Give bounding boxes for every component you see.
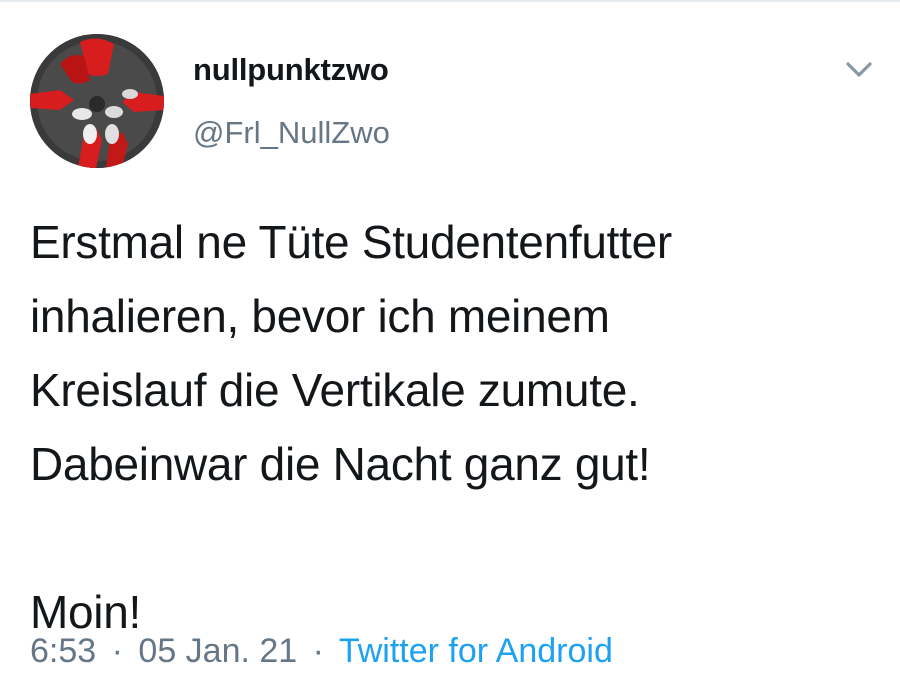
tweet-text-line: Kreislauf die Vertikale zumute. xyxy=(30,364,640,416)
avatar-image xyxy=(30,34,164,168)
tweet-text: Erstmal ne Tüte Studentenfutter inhalier… xyxy=(30,205,880,649)
tweet-time[interactable]: 6:53 xyxy=(30,632,96,670)
tweet-text-line: inhalieren, bevor ich meinem xyxy=(30,290,610,342)
avatar[interactable] xyxy=(30,34,164,168)
meta-separator: · xyxy=(111,632,123,670)
tweet-meta: 6:53 · 05 Jan. 21 · Twitter for Android xyxy=(30,632,613,671)
top-divider xyxy=(0,0,900,2)
tweet-date[interactable]: 05 Jan. 21 xyxy=(138,632,297,670)
chevron-down-icon[interactable] xyxy=(842,58,876,82)
tweet-source-link[interactable]: Twitter for Android xyxy=(339,632,613,670)
display-name[interactable]: nullpunktzwo xyxy=(193,52,389,88)
tweet-text-line: Erstmal ne Tüte Studentenfutter xyxy=(30,216,672,268)
meta-separator: · xyxy=(312,632,324,670)
tweet-text-line: Dabeinwar die Nacht ganz gut! xyxy=(30,438,651,490)
user-handle[interactable]: @Frl_NullZwo xyxy=(193,115,390,151)
